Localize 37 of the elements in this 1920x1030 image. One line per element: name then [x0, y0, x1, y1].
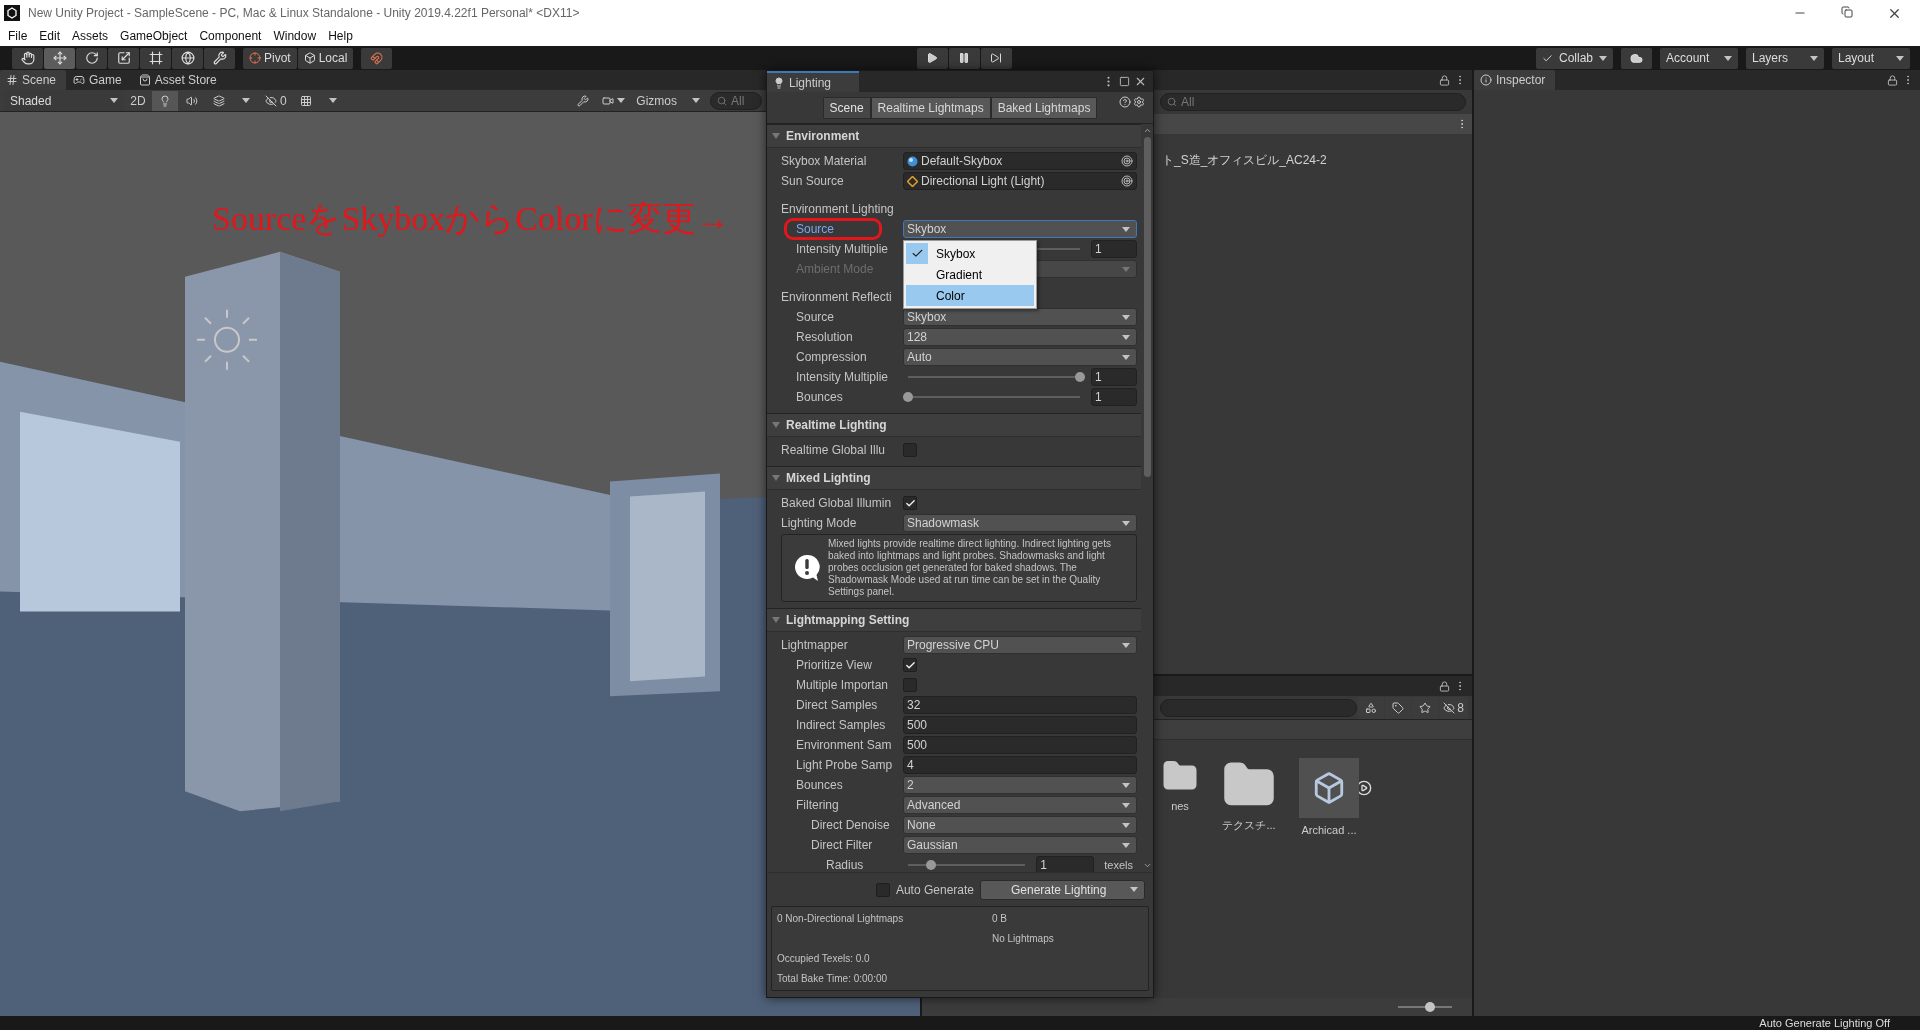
- field-label: Baked Global Illumin: [781, 496, 892, 510]
- field-label: Environment Lighting: [781, 202, 894, 216]
- field-label: Radius: [826, 858, 864, 872]
- field-label: Realtime Global Illu: [781, 443, 886, 457]
- field-label: Environment Reflecti: [781, 290, 892, 304]
- field-label: Skybox Material: [781, 154, 867, 168]
- field-label: Resolution: [796, 330, 853, 344]
- field-label: Source: [796, 222, 835, 236]
- stat-text: Total Bake Time: 0:00:00: [777, 973, 889, 984]
- field-label: Bounces: [796, 390, 843, 404]
- field-label: Intensity Multiplie: [796, 370, 889, 384]
- field-label: Indirect Samples: [796, 718, 886, 732]
- field-label: Lighting Mode: [781, 516, 857, 530]
- field-label: Environment Sam: [796, 738, 892, 752]
- field-label: Bounces: [796, 778, 843, 792]
- field-label: Direct Filter: [811, 838, 873, 852]
- help-text: Mixed lights provide realtime direct lighting. Indirect lighting gets baked into lightmaps and light probes. Shadowmasks and light probes occlusion get generated for baked shadows. The Shadowmask Mode used at run time can be set in the Quality Settings panel.: [828, 538, 1112, 598]
- stat-text: Occupied Texels: 0.0: [777, 953, 871, 964]
- unit-label: texels: [1104, 859, 1133, 871]
- field-label: Lightmapper: [781, 638, 848, 652]
- field-label: Sun Source: [781, 174, 844, 188]
- field-label: Direct Samples: [796, 698, 878, 712]
- stat-text: 0 Non-Directional Lightmaps: [777, 913, 905, 924]
- window-title: New Unity Project - SampleScene - PC, Mac & Linux Standalone - Unity 2019.4.22f1 Personal* <DX11>: [28, 6, 581, 20]
- stat-text: 0 B: [992, 913, 1008, 924]
- stat-text: No Lightmaps: [992, 933, 1055, 944]
- annotation-text: SourceをSkyboxからColorに変更→: [212, 199, 730, 239]
- field-label: Source: [796, 310, 835, 324]
- field-label: Filtering: [796, 798, 839, 812]
- checkbox-label: Auto Generate: [895, 882, 974, 897]
- field-label: Prioritize View: [796, 658, 872, 672]
- field-label: Compression: [796, 350, 867, 364]
- field-label: Direct Denoise: [811, 818, 890, 832]
- field-label: Intensity Multiplie: [796, 242, 889, 256]
- status-text: Auto Generate Lighting Off: [1759, 1017, 1890, 1029]
- field-label: Light Probe Samp: [796, 758, 893, 772]
- field-label: Multiple Importan: [796, 678, 889, 692]
